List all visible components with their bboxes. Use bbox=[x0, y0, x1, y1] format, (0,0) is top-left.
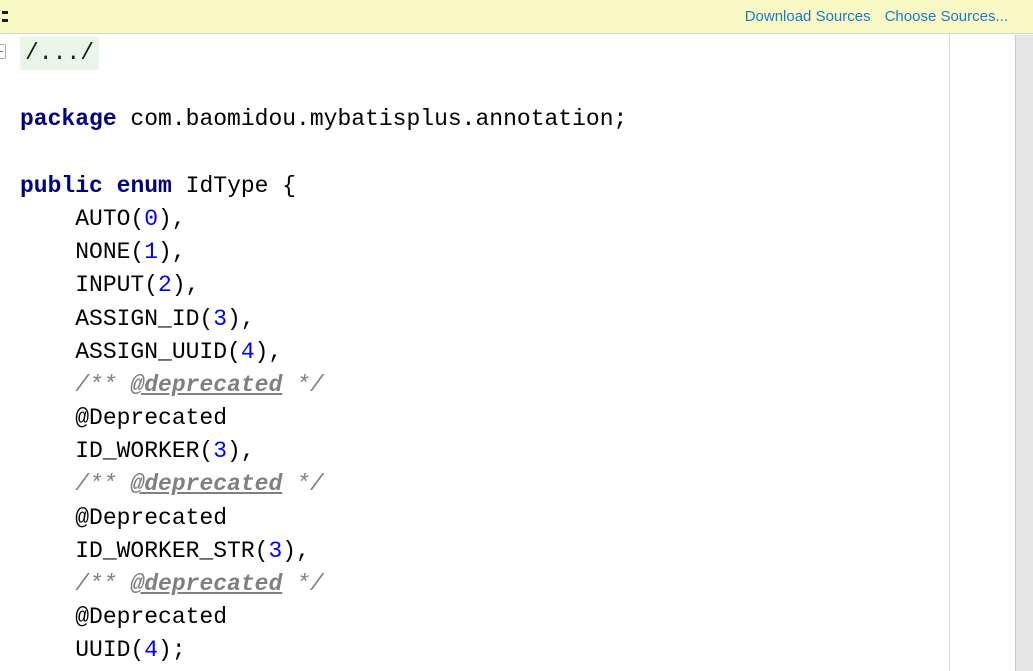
download-sources-link[interactable]: Download Sources bbox=[745, 8, 871, 25]
code-line bbox=[20, 70, 953, 103]
right-margin-guide bbox=[949, 35, 950, 671]
code-line: /** @deprecated */ bbox=[20, 369, 953, 402]
code-line bbox=[20, 137, 953, 170]
code-line: ASSIGN_ID(3), bbox=[20, 303, 953, 336]
code-token: ); bbox=[158, 637, 186, 663]
code-token: @deprecated bbox=[130, 372, 282, 398]
code-token: ), bbox=[282, 538, 310, 564]
code-token: package bbox=[20, 106, 117, 132]
code-token: 0 bbox=[144, 206, 158, 232]
vertical-scrollbar[interactable] bbox=[1015, 35, 1033, 671]
code-token: 2 bbox=[158, 272, 172, 298]
code-line: ID_WORKER_STR(3), bbox=[20, 535, 953, 568]
code-line: AUTO(0), bbox=[20, 203, 953, 236]
code-token: 3 bbox=[213, 438, 227, 464]
code-token: ID_WORKER( bbox=[20, 438, 213, 464]
code-line: /** @deprecated */ bbox=[20, 468, 953, 501]
code-token: ASSIGN_ID( bbox=[20, 306, 213, 332]
code-line: ID_WORKER(3), bbox=[20, 435, 953, 468]
code-token: */ bbox=[282, 372, 323, 398]
code-token: UUID( bbox=[20, 637, 144, 663]
attach-sources-banner: Download Sources Choose Sources... bbox=[0, 0, 1033, 34]
code-token: /** bbox=[75, 471, 130, 497]
code-line: ASSIGN_UUID(4), bbox=[20, 336, 953, 369]
code-token: */ bbox=[282, 571, 323, 597]
code-line: public enum IdType { bbox=[20, 170, 953, 203]
code-line: @Deprecated bbox=[20, 601, 953, 634]
code-token: enum bbox=[117, 173, 172, 199]
code-line: /.../ bbox=[20, 37, 953, 70]
code-token: ), bbox=[172, 272, 200, 298]
code-token bbox=[20, 372, 75, 398]
code-line: @Deprecated bbox=[20, 402, 953, 435]
choose-sources-link[interactable]: Choose Sources... bbox=[885, 8, 1008, 25]
code-token: 4 bbox=[241, 339, 255, 365]
code-token: */ bbox=[282, 471, 323, 497]
code-editor: /.../ package com.baomidou.mybatisplus.an… bbox=[0, 35, 1033, 671]
code-token: ), bbox=[227, 306, 255, 332]
code-token: ID_WORKER_STR( bbox=[20, 538, 268, 564]
code-token bbox=[103, 173, 117, 199]
code-token bbox=[20, 471, 75, 497]
code-token: 4 bbox=[144, 637, 158, 663]
code-token: /** bbox=[75, 372, 130, 398]
code-line: package com.baomidou.mybatisplus.annotat… bbox=[20, 103, 953, 136]
code-line: UUID(4); bbox=[20, 634, 953, 667]
code-line: NONE(1), bbox=[20, 236, 953, 269]
code-token: @Deprecated bbox=[20, 505, 227, 531]
code-token: public bbox=[20, 173, 103, 199]
code-line: INPUT(2), bbox=[20, 269, 953, 302]
code-token: ), bbox=[158, 206, 186, 232]
code-token: ), bbox=[255, 339, 283, 365]
code-token: ), bbox=[158, 239, 186, 265]
code-token: /** bbox=[75, 571, 130, 597]
code-token: INPUT( bbox=[20, 272, 158, 298]
code-token: 3 bbox=[213, 306, 227, 332]
code-token: ), bbox=[227, 438, 255, 464]
code-line: @Deprecated bbox=[20, 502, 953, 535]
code-token: 3 bbox=[268, 538, 282, 564]
code-token bbox=[20, 571, 75, 597]
code-line: /** @deprecated */ bbox=[20, 568, 953, 601]
folded-region[interactable]: /.../ bbox=[20, 37, 99, 70]
code-token: ASSIGN_UUID( bbox=[20, 339, 241, 365]
code-token: @Deprecated bbox=[20, 405, 227, 431]
code-token: com.baomidou.mybatisplus.annotation; bbox=[117, 106, 628, 132]
code-token: @deprecated bbox=[130, 471, 282, 497]
banner-message-clipped bbox=[2, 11, 9, 23]
code-token: IdType { bbox=[172, 173, 296, 199]
code-token: @deprecated bbox=[130, 571, 282, 597]
code-token: NONE( bbox=[20, 239, 144, 265]
code-token: AUTO( bbox=[20, 206, 144, 232]
fold-expand-icon[interactable] bbox=[0, 44, 6, 59]
code-token: 1 bbox=[144, 239, 158, 265]
code-area[interactable]: /.../ package com.baomidou.mybatisplus.an… bbox=[20, 37, 953, 671]
code-token: @Deprecated bbox=[20, 604, 227, 630]
